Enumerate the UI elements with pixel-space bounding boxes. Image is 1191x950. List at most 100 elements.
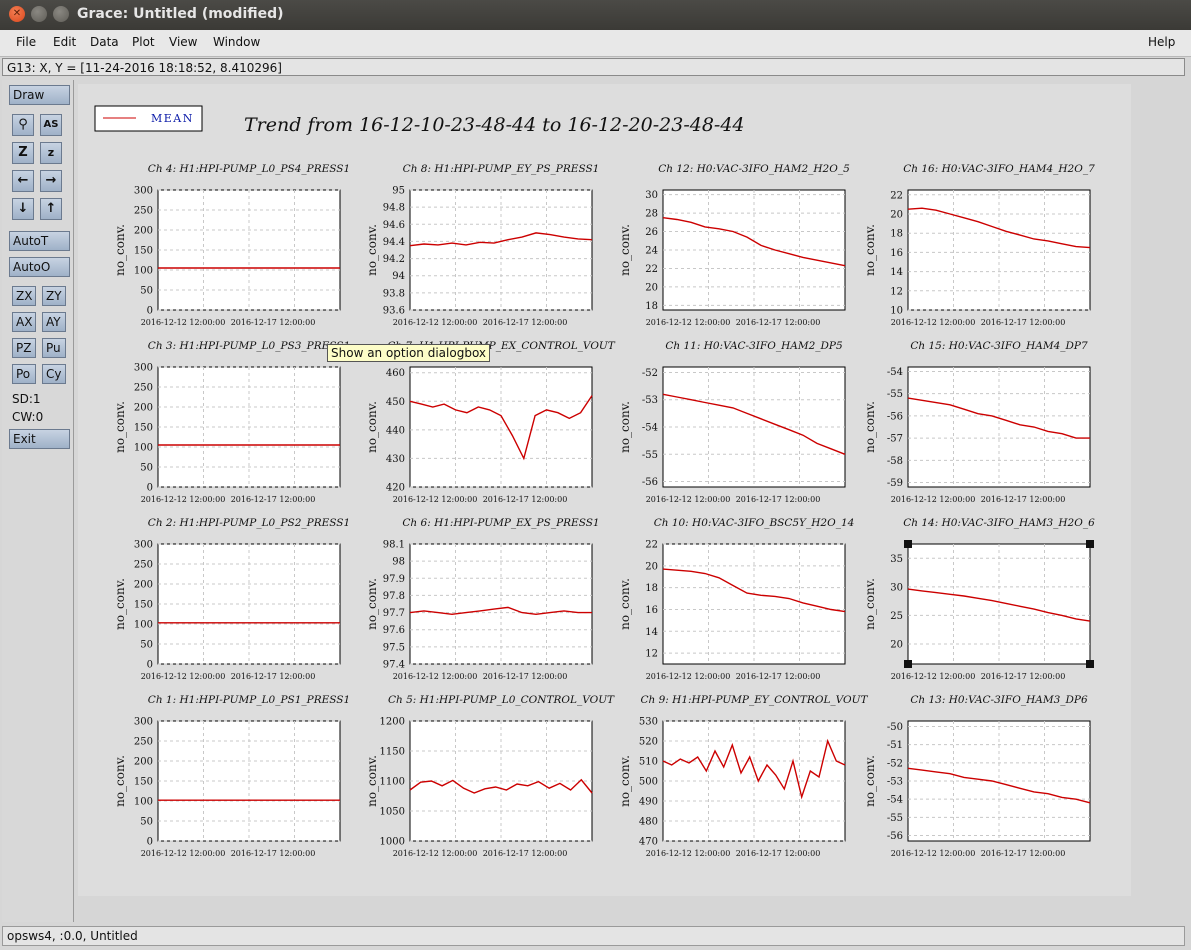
window-title: Grace: Untitled (modified) [77, 6, 284, 22]
chart-panel[interactable]: Ch 3: H1:HPI-PUMP_L0_PS3_PRESS1 0 50 100 150… [113, 340, 350, 504]
ax-button[interactable]: AX [12, 312, 36, 332]
y-axis-label: no_conv. [113, 401, 127, 453]
y-tick-label: 420 [386, 483, 405, 494]
x-tick-label: 2016-12-17 12:00:00 [981, 849, 1066, 858]
zy-button[interactable]: ZY [42, 286, 66, 306]
maximize-window-icon[interactable] [53, 6, 69, 22]
y-axis-label: no_conv. [863, 401, 877, 453]
locator-readout: G13: X, Y = [11-24-2016 18:18:52, 8.4102… [2, 58, 1185, 76]
pz-button[interactable]: PZ [12, 338, 36, 358]
plot-canvas[interactable]: MEAN Trend from 16-12-10-23-48-44 to 16-… [78, 84, 1131, 896]
zoom-z-small-icon[interactable]: z [40, 142, 62, 164]
menu-window[interactable]: Window [213, 35, 260, 49]
x-tick-label: 2016-12-12 12:00:00 [141, 672, 226, 681]
zoom-z-icon[interactable]: Z [12, 142, 34, 164]
ay-button[interactable]: AY [42, 312, 66, 332]
y-tick-label: 200 [134, 580, 153, 591]
chart-title: Ch 2: H1:HPI-PUMP_L0_PS2_PRESS1 [148, 517, 350, 529]
chart-title: Ch 16: H0:VAC-3IFO_HAM4_H2O_7 [903, 163, 1095, 175]
y-tick-label: 22 [645, 264, 658, 275]
chart-panel[interactable]: Ch 16: H0:VAC-3IFO_HAM4_H2O_7 10 12 14 16 18 2… [863, 163, 1095, 327]
chart-panel[interactable]: Ch 5: H1:HPI-PUMP_L0_CONTROL_VOUT 1000 105… [365, 694, 615, 858]
close-window-icon[interactable]: ✕ [9, 6, 25, 22]
x-tick-label: 2016-12-17 12:00:00 [981, 495, 1066, 504]
chart-panel[interactable]: Ch 15: H0:VAC-3IFO_HAM4_DP7 -59 -58 -57 -56 -… [863, 340, 1091, 504]
menu-view[interactable]: View [169, 35, 197, 49]
y-tick-label: 200 [134, 226, 153, 237]
y-tick-label: 1200 [380, 717, 405, 728]
chart-title: Ch 1: H1:HPI-PUMP_L0_PS1_PRESS1 [148, 694, 350, 706]
chart-title: Ch 9: H1:HPI-PUMP_EY_CONTROL_VOUT [640, 694, 868, 706]
chart-panel[interactable]: Ch 13: H0:VAC-3IFO_HAM3_DP6 -56 -55 -54 -53 -… [863, 694, 1091, 858]
y-tick-label: -53 [887, 777, 903, 788]
pu-button[interactable]: Pu [42, 338, 66, 358]
magnify-icon[interactable]: ⚲ [12, 114, 34, 136]
tooltip: Show an option dialogbox [327, 344, 491, 362]
y-tick-label: 14 [645, 627, 658, 638]
y-tick-label: 530 [639, 717, 658, 728]
y-tick-label: 300 [134, 363, 153, 374]
chart-panel[interactable]: Ch 10: H0:VAC-3IFO_BSC5Y_H2O_14 12 14 16 18 2… [618, 517, 854, 681]
menu-help[interactable]: Help [1148, 35, 1175, 49]
po-button[interactable]: Po [12, 364, 36, 384]
y-tick-label: 93.8 [383, 288, 405, 299]
y-tick-label: 100 [134, 266, 153, 277]
status-bar: opsws4, :0.0, Untitled [2, 926, 1185, 946]
x-tick-label: 2016-12-12 12:00:00 [393, 849, 478, 858]
x-tick-label: 2016-12-12 12:00:00 [393, 672, 478, 681]
minimize-window-icon[interactable] [31, 6, 47, 22]
chart-panel[interactable]: Ch 6: H1:HPI-PUMP_EX_PS_PRESS1 97.4 97.5 97… [365, 517, 600, 681]
y-tick-label: 35 [890, 554, 903, 565]
chart-panel[interactable]: Ch 2: H1:HPI-PUMP_L0_PS2_PRESS1 0 50 100 150… [113, 517, 350, 681]
y-tick-label: 26 [645, 227, 658, 238]
y-tick-label: 25 [890, 611, 903, 622]
x-tick-label: 2016-12-17 12:00:00 [231, 849, 316, 858]
y-tick-label: 500 [639, 777, 658, 788]
y-tick-label: 100 [134, 797, 153, 808]
y-tick-label: 18 [890, 229, 903, 240]
chart-panel[interactable]: Ch 4: H1:HPI-PUMP_L0_PS4_PRESS1 0 50 100 150… [113, 163, 350, 327]
y-tick-label: 250 [134, 737, 153, 748]
arrow-down-icon[interactable]: ↓ [12, 198, 34, 220]
y-tick-label: -59 [887, 478, 903, 489]
menu-plot[interactable]: Plot [132, 35, 155, 49]
y-tick-label: 50 [140, 463, 153, 474]
x-tick-label: 2016-12-12 12:00:00 [646, 495, 731, 504]
chart-title: Ch 5: H1:HPI-PUMP_L0_CONTROL_VOUT [388, 694, 615, 706]
menu-data[interactable]: Data [90, 35, 119, 49]
y-tick-label: 97.5 [383, 642, 405, 653]
zx-button[interactable]: ZX [12, 286, 36, 306]
chart-panel[interactable]: Ch 12: H0:VAC-3IFO_HAM2_H2O_5 18 20 22 24 26 2… [618, 163, 850, 327]
y-tick-label: 20 [645, 282, 658, 293]
cy-button[interactable]: Cy [42, 364, 66, 384]
autot-button[interactable]: AutoT [9, 231, 70, 251]
arrow-left-icon[interactable]: ← [12, 170, 34, 192]
autoo-button[interactable]: AutoO [9, 257, 70, 277]
chart-panel[interactable]: Ch 9: H1:HPI-PUMP_EY_CONTROL_VOUT 470 480 4… [618, 694, 869, 858]
chart-panel[interactable]: Ch 14: H0:VAC-3IFO_HAM3_H2O_6 20 25 30 35 201… [863, 517, 1095, 681]
x-tick-label: 2016-12-17 12:00:00 [736, 318, 821, 327]
chart-panel[interactable]: Ch 7: H1:HPI-PUMP_EX_CONTROL_VOUT4204304… [365, 340, 616, 504]
y-tick-label: 1150 [380, 747, 405, 758]
arrow-up-icon[interactable]: ↑ [40, 198, 62, 220]
arrow-right-icon[interactable]: → [40, 170, 62, 192]
y-tick-label: 300 [134, 186, 153, 197]
chart-panel[interactable]: Ch 11: H0:VAC-3IFO_HAM2_DP5 -56 -55 -54 -53 -… [618, 340, 846, 504]
y-axis-label: no_conv. [365, 755, 379, 807]
menu-file[interactable]: File [16, 35, 36, 49]
y-tick-label: 20 [890, 210, 903, 221]
autoscale-text-icon[interactable]: AS [40, 114, 62, 136]
chart-panel[interactable]: Ch 8: H1:HPI-PUMP_EY_PS_PRESS1 93.6 93.8 94… [365, 163, 599, 327]
chart-panel[interactable]: Ch 1: H1:HPI-PUMP_L0_PS1_PRESS1 0 50 100 150… [113, 694, 350, 858]
x-tick-label: 2016-12-17 12:00:00 [736, 672, 821, 681]
exit-button[interactable]: Exit [9, 429, 70, 449]
y-tick-label: 12 [645, 649, 658, 660]
y-tick-label: 97.6 [383, 625, 405, 636]
y-tick-label: -56 [887, 411, 903, 422]
x-tick-label: 2016-12-12 12:00:00 [891, 672, 976, 681]
y-tick-label: 94 [392, 271, 405, 282]
menu-edit[interactable]: Edit [53, 35, 76, 49]
x-tick-label: 2016-12-17 12:00:00 [231, 672, 316, 681]
y-tick-label: -53 [642, 395, 658, 406]
draw-button[interactable]: Draw [9, 85, 70, 105]
